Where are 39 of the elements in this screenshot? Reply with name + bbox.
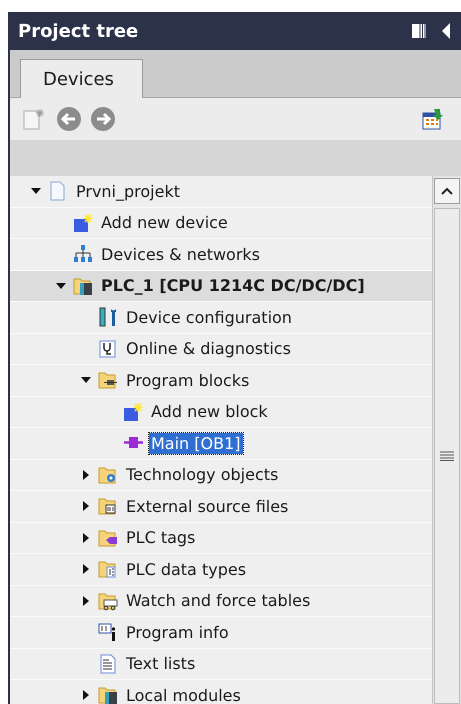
tree-item[interactable]: Main [OB1] bbox=[149, 432, 243, 454]
tree-item[interactable]: Text lists bbox=[124, 653, 198, 674]
tree-item[interactable]: Program blocks bbox=[124, 370, 252, 391]
scroll-up-button[interactable] bbox=[434, 178, 460, 204]
columns-icon[interactable] bbox=[411, 23, 427, 39]
folder-icon bbox=[98, 590, 118, 611]
panel-title: Project tree bbox=[18, 20, 140, 42]
caret-up-icon[interactable] bbox=[440, 186, 454, 196]
add-star-icon bbox=[123, 402, 143, 422]
plc-folder-icon bbox=[73, 276, 93, 296]
tree-item[interactable]: Add new block bbox=[149, 401, 270, 422]
network-icon bbox=[73, 244, 93, 264]
tree-item[interactable]: Technology objects bbox=[124, 464, 280, 486]
add-star-icon bbox=[73, 212, 93, 233]
forward-arrow-icon[interactable] bbox=[90, 106, 116, 132]
collapse-arrow-icon[interactable] bbox=[441, 22, 451, 40]
tree-item[interactable]: PLC tags bbox=[124, 527, 198, 548]
document-icon bbox=[98, 654, 118, 674]
folder-icon bbox=[98, 370, 118, 390]
back-arrow-icon[interactable] bbox=[56, 106, 82, 132]
folder-icon bbox=[98, 559, 118, 580]
tree-item[interactable]: Online & diagnostics bbox=[124, 338, 293, 360]
tree-item[interactable]: PLC data types bbox=[124, 558, 248, 580]
wrench-icon bbox=[98, 307, 118, 328]
folder-icon bbox=[98, 496, 118, 516]
tree-item[interactable]: External source files bbox=[124, 496, 290, 517]
info-icon bbox=[98, 622, 118, 642]
tree-item[interactable]: Watch and force tables bbox=[124, 590, 312, 612]
folder-icon bbox=[98, 528, 118, 548]
tree-item[interactable]: Add new device bbox=[99, 212, 230, 234]
folder-icon bbox=[98, 685, 118, 704]
tree-item[interactable]: Prvni_projekt bbox=[74, 180, 182, 202]
tree-item[interactable]: Devices & networks bbox=[99, 244, 262, 265]
tree-item[interactable]: Device configuration bbox=[124, 306, 294, 328]
folder-icon bbox=[98, 464, 118, 485]
tab[interactable]: Devices bbox=[20, 59, 143, 98]
tree-item[interactable]: Local modules bbox=[124, 684, 243, 704]
scrollbar-thumb[interactable] bbox=[434, 208, 460, 704]
tree-item[interactable]: Program info bbox=[124, 622, 231, 643]
